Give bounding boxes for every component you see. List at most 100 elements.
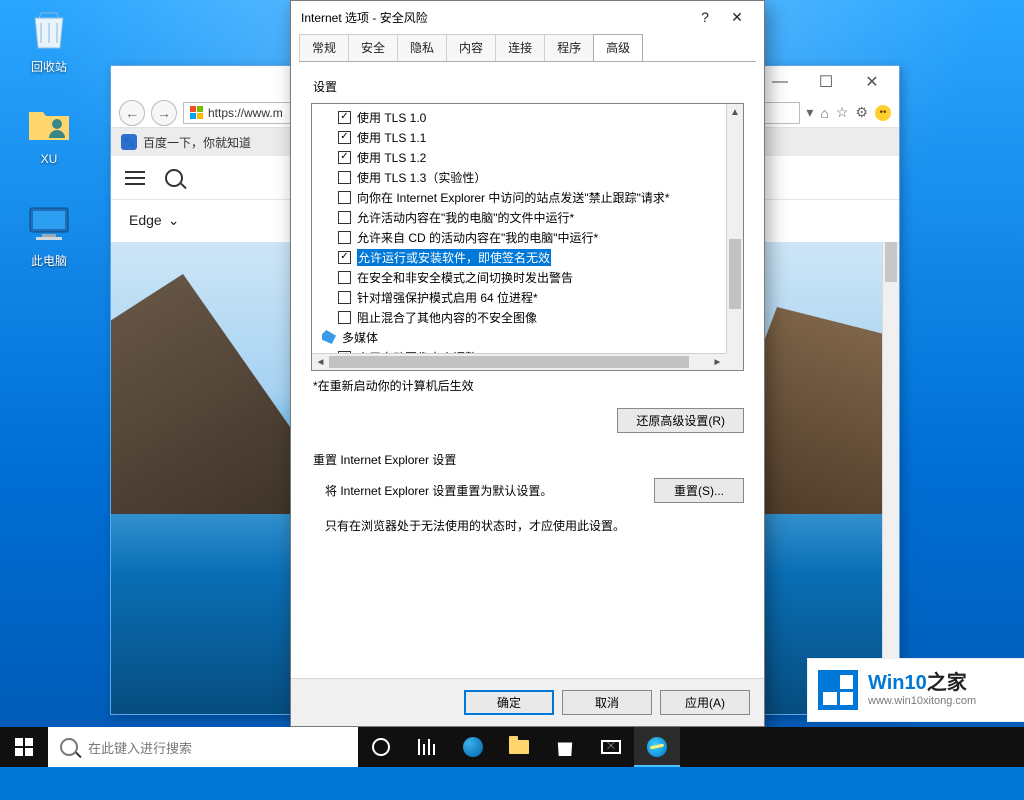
checkbox[interactable] (338, 211, 351, 224)
setting-checkbox-row[interactable]: 针对增强保护模式启用 64 位进程* (320, 287, 722, 307)
search-icon[interactable] (165, 169, 183, 187)
tab-connections[interactable]: 连接 (495, 34, 545, 61)
checkbox[interactable] (338, 271, 351, 284)
forward-button[interactable]: → (151, 100, 177, 126)
hamburger-menu-icon[interactable] (125, 171, 145, 185)
start-button[interactable] (0, 727, 48, 767)
watermark-badge: Win10之家 www.win10xitong.com (808, 659, 1024, 721)
advanced-settings-listbox[interactable]: 使用 TLS 1.0 使用 TLS 1.1使用 TLS 1.2 使用 TLS 1.3… (311, 103, 744, 371)
taskbar-search-box[interactable]: 在此键入进行搜索 (48, 727, 358, 767)
desktop-icon-label: 回收站 (12, 58, 86, 75)
tab-security[interactable]: 安全 (348, 34, 398, 61)
baidu-favicon-icon: 🐾 (121, 134, 137, 150)
home-icon[interactable]: ⌂ (820, 105, 828, 121)
mail-icon (601, 740, 621, 754)
task-view-button[interactable] (404, 727, 450, 767)
tab-advanced[interactable]: 高级 (593, 34, 643, 61)
taskbar-mail-button[interactable] (588, 727, 634, 767)
setting-label: 使用 TLS 1.1 (357, 129, 426, 146)
watermark-brand1: Win10 (868, 672, 927, 694)
restore-advanced-button[interactable]: 还原高级设置(R) (617, 408, 744, 433)
desktop-icon-recycle-bin[interactable]: 回收站 (12, 6, 86, 75)
ie-vertical-scrollbar[interactable] (882, 242, 899, 714)
scrollbar-thumb[interactable] (729, 239, 741, 309)
scroll-left-arrow-icon[interactable]: ◄ (312, 354, 329, 370)
tab-content[interactable]: 内容 (446, 34, 496, 61)
ie-icon (647, 737, 667, 757)
setting-label: 允许来自 CD 的活动内容在"我的电脑"中运行* (357, 229, 598, 246)
taskbar-explorer-button[interactable] (496, 727, 542, 767)
reset-description: 将 Internet Explorer 设置重置为默认设置。 (325, 482, 552, 499)
taskbar: 在此键入进行搜索 (0, 727, 1024, 767)
folder-icon (509, 740, 529, 754)
setting-label: 在安全和非安全模式之间切换时发出警告 (357, 269, 573, 286)
recycle-bin-icon (25, 6, 73, 54)
dialog-close-button[interactable]: ✕ (720, 9, 754, 26)
listbox-vertical-scrollbar[interactable]: ▲ (726, 104, 743, 353)
desktop-icon-xu-folder[interactable]: XU (12, 100, 86, 166)
windows-logo-icon (15, 738, 33, 756)
setting-checkbox-row[interactable]: 阻止混合了其他内容的不安全图像 (320, 307, 722, 327)
cortana-icon (372, 738, 390, 756)
setting-label: 使用 TLS 1.3（实验性） (357, 169, 486, 186)
apply-button[interactable]: 应用(A) (660, 690, 750, 715)
favorites-icon[interactable]: ☆ (836, 104, 849, 121)
checkbox[interactable] (338, 191, 351, 204)
checkbox[interactable] (338, 231, 351, 244)
scrollbar-thumb[interactable] (329, 356, 689, 368)
ok-button[interactable]: 确定 (464, 690, 554, 715)
taskbar-edge-button[interactable] (450, 727, 496, 767)
edge-icon (463, 737, 483, 757)
checkbox[interactable] (338, 151, 351, 164)
internet-options-dialog: Internet 选项 - 安全风险 ? ✕ 常规 安全 隐私 内容 连接 程序… (290, 0, 765, 727)
desktop-icon-label: 此电脑 (12, 252, 86, 269)
feedback-smiley-icon[interactable]: •• (875, 105, 891, 121)
win10-logo-icon (818, 670, 858, 710)
cancel-button[interactable]: 取消 (562, 690, 652, 715)
setting-label: 向你在 Internet Explorer 中访问的站点发送"禁止跟踪"请求* (357, 189, 670, 206)
setting-checkbox-row[interactable]: 使用 TLS 1.2 (320, 147, 722, 167)
setting-checkbox-row[interactable]: 在安全和非安全模式之间切换时发出警告 (320, 267, 722, 287)
checkbox[interactable] (338, 131, 351, 144)
checkbox[interactable] (338, 111, 351, 124)
setting-checkbox-row[interactable]: 向你在 Internet Explorer 中访问的站点发送"禁止跟踪"请求* (320, 187, 722, 207)
setting-label: 阻止混合了其他内容的不安全图像 (357, 309, 537, 326)
help-button[interactable]: ? (690, 9, 720, 25)
maximize-button[interactable]: ☐ (803, 67, 849, 97)
reset-button[interactable]: 重置(S)... (654, 478, 744, 503)
browser-tab-baidu[interactable]: 🐾 百度一下，你就知道 (121, 134, 251, 151)
taskbar-ie-button[interactable] (634, 727, 680, 767)
setting-checkbox-row[interactable]: 使用 TLS 1.3（实验性） (320, 167, 722, 187)
tab-programs[interactable]: 程序 (544, 34, 594, 61)
dropdown-icon[interactable]: ▾ (806, 104, 813, 121)
setting-checkbox-row[interactable]: 允许来自 CD 的活动内容在"我的电脑"中运行* (320, 227, 722, 247)
reset-section-label: 重置 Internet Explorer 设置 (313, 451, 744, 468)
cortana-button[interactable] (358, 727, 404, 767)
chevron-down-icon: ⌄ (168, 212, 180, 229)
close-button[interactable]: ✕ (849, 67, 895, 97)
setting-checkbox-row[interactable]: 使用 TLS 1.1 (320, 127, 722, 147)
tab-general[interactable]: 常规 (299, 34, 349, 61)
dialog-footer: 确定 取消 应用(A) (291, 678, 764, 726)
back-button[interactable]: ← (119, 100, 145, 126)
tab-title: 百度一下，你就知道 (143, 134, 251, 151)
taskbar-store-button[interactable] (542, 727, 588, 767)
checkbox[interactable] (338, 171, 351, 184)
scroll-right-arrow-icon[interactable]: ► (709, 354, 726, 370)
scroll-up-arrow-icon[interactable]: ▲ (727, 104, 743, 121)
desktop-icon-this-pc[interactable]: 此电脑 (12, 200, 86, 269)
checkbox[interactable] (338, 291, 351, 304)
url-text: https://www.m (208, 106, 283, 120)
setting-checkbox-row[interactable]: 使用 TLS 1.0 (320, 107, 722, 127)
setting-label: 允许运行或安装软件，即使签名无效 (357, 249, 551, 266)
setting-checkbox-row[interactable]: 允许运行或安装软件，即使签名无效 (320, 247, 722, 267)
dialog-title: Internet 选项 - 安全风险 (301, 9, 428, 26)
checkbox[interactable] (338, 251, 351, 264)
dialog-titlebar[interactable]: Internet 选项 - 安全风险 ? ✕ (291, 1, 764, 33)
setting-checkbox-row[interactable]: 允许活动内容在"我的电脑"的文件中运行* (320, 207, 722, 227)
tree-node-multimedia[interactable]: 多媒体 (320, 327, 722, 347)
settings-gear-icon[interactable]: ⚙ (855, 104, 868, 121)
checkbox[interactable] (338, 311, 351, 324)
listbox-horizontal-scrollbar[interactable]: ◄ ► (312, 353, 726, 370)
tab-privacy[interactable]: 隐私 (397, 34, 447, 61)
